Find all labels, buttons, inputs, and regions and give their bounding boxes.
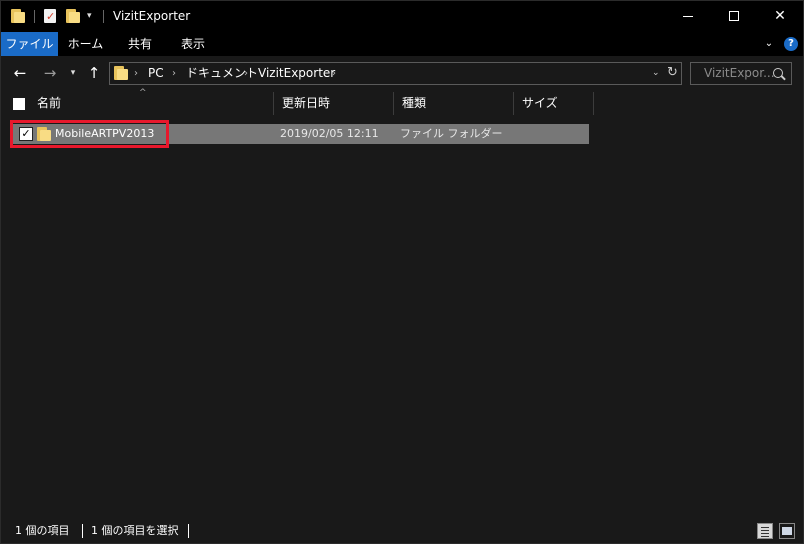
recent-locations-icon[interactable]: ▾ <box>67 64 79 82</box>
details-view-icon[interactable] <box>757 523 773 539</box>
ribbon-tabs: ファイル ホーム 共有 表示 ⌄ ? <box>1 32 803 56</box>
title-bar: ✓ ▾ VizitExporter ✕ <box>1 1 803 32</box>
breadcrumb-separator-icon[interactable]: › <box>244 66 248 81</box>
selected-count: 1 個の項目を選択 <box>91 524 179 537</box>
item-type: ファイル フォルダー <box>400 127 503 140</box>
breadcrumb-separator-icon[interactable]: › <box>332 66 336 81</box>
status-separator <box>82 524 83 538</box>
explorer-window: ✓ ▾ VizitExporter ✕ ファイル ホーム 共有 表示 ⌄ ? ←… <box>0 0 804 544</box>
refresh-icon[interactable]: ↻ <box>667 65 678 81</box>
status-separator <box>188 524 189 538</box>
forward-button[interactable]: → <box>41 64 59 82</box>
expand-ribbon-icon[interactable]: ⌄ <box>761 36 777 52</box>
breadcrumb-vizitexporter[interactable]: VizitExporter <box>258 66 335 81</box>
status-bar: 1 個の項目 1 個の項目を選択 <box>1 519 803 543</box>
column-size[interactable]: サイズ <box>514 90 593 117</box>
close-button[interactable]: ✕ <box>757 1 803 32</box>
column-divider[interactable] <box>593 92 594 115</box>
tab-home[interactable]: ホーム <box>58 32 113 56</box>
navigation-bar: ← → ▾ ↑ › PC › ドキュメント › VizitExporter › … <box>1 56 803 90</box>
tab-share[interactable]: 共有 <box>113 32 167 56</box>
item-modified: 2019/02/05 12:11 <box>280 127 379 140</box>
breadcrumb-pc[interactable]: PC <box>148 66 164 81</box>
search-icon[interactable] <box>773 68 783 78</box>
column-name[interactable]: 名前 <box>29 90 273 117</box>
breadcrumb-separator-icon[interactable]: › <box>134 66 138 81</box>
column-modified[interactable]: 更新日時 <box>274 90 393 117</box>
search-placeholder: VizitExpor... <box>704 66 775 80</box>
properties-icon[interactable]: ✓ <box>44 9 56 23</box>
breadcrumb-separator-icon[interactable]: › <box>172 66 176 81</box>
maximize-icon <box>729 11 739 21</box>
item-count: 1 個の項目 <box>15 524 70 537</box>
minimize-button[interactable] <box>665 1 711 32</box>
select-all-checkbox[interactable] <box>13 98 25 110</box>
quick-access-dropdown-icon[interactable]: ▾ <box>87 10 92 22</box>
column-type[interactable]: 種類 <box>394 90 513 117</box>
address-dropdown-icon[interactable]: ⌄ <box>652 66 660 81</box>
up-button[interactable]: ↑ <box>85 64 103 82</box>
search-input[interactable]: VizitExpor... <box>690 62 792 85</box>
back-button[interactable]: ← <box>11 64 29 82</box>
column-header: ^ 名前 更新日時 種類 サイズ <box>1 88 803 117</box>
maximize-button[interactable] <box>711 1 757 32</box>
tab-view[interactable]: 表示 <box>167 32 219 56</box>
annotation-highlight-box <box>10 120 169 148</box>
address-bar[interactable]: › PC › ドキュメント › VizitExporter › ⌄ ↻ <box>109 62 682 85</box>
large-icons-view-icon[interactable] <box>779 523 795 539</box>
minimize-icon <box>683 16 693 17</box>
tab-file[interactable]: ファイル <box>1 32 58 56</box>
title-separator <box>34 10 35 23</box>
title-separator-2 <box>103 10 104 23</box>
window-title: VizitExporter <box>113 9 191 23</box>
file-list[interactable]: ✓ MobileARTPV2013 2019/02/05 12:11 ファイル … <box>1 117 803 519</box>
help-icon[interactable]: ? <box>784 37 798 51</box>
